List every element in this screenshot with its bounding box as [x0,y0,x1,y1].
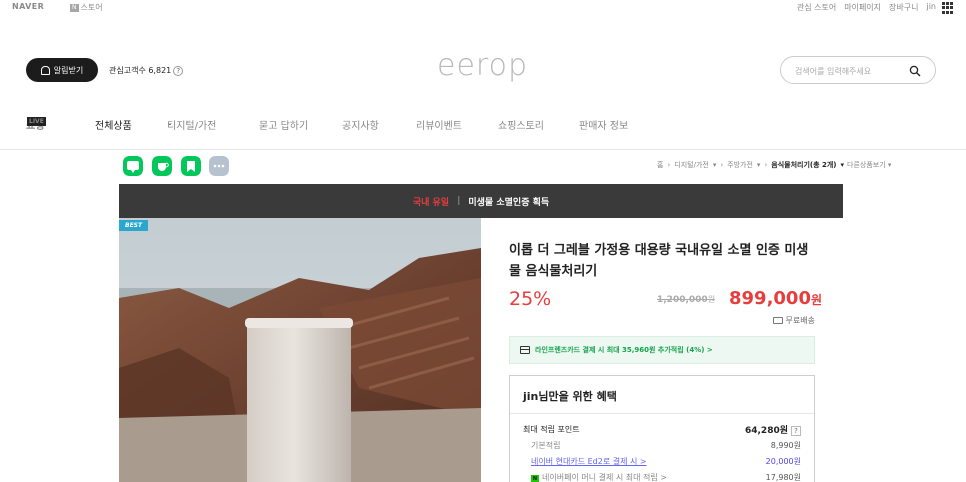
bookmark-share-icon[interactable] [181,156,201,176]
breadcrumb-home[interactable]: 홈 [657,160,663,170]
blog-share-icon[interactable] [123,156,143,176]
search-input[interactable]: 검색어를 입력해주세요 [795,66,871,77]
caret-down-icon[interactable]: ▾ [757,161,761,169]
top-utility-bar: NAVER N 스토어 관심 스토어 마이페이지 장바구니 jin [0,0,966,16]
benefit-row-label: 최대 적립 포인트 [523,425,580,434]
promo-banner: 국내 유일 | 미생물 소멸인증 획득 [119,184,843,218]
bell-plus-icon [40,65,50,75]
nav-qna[interactable]: 묻고 답하기 [259,117,308,132]
benefit-card-link[interactable]: 네이버 현대카드 Ed2로 결제 시 > [523,456,647,467]
truck-icon [772,317,783,324]
original-price-value: 1,200,000 [657,295,708,305]
sale-price-value: 899,000 [729,288,811,309]
other-products-label: 다른상품보기 [847,161,886,169]
benefit-row-max: 최대 적립 포인트 64,280원? [523,423,801,436]
npay-icon: N [531,475,539,482]
shipping-info: 무료배송 [772,315,815,326]
nav-seller-info[interactable]: 판매자 정보 [579,117,628,132]
benefit-row-value: 17,980원 [765,473,801,482]
live-badge: LIVE [27,117,46,126]
breadcrumb-current[interactable]: 음식물처리기(총 2개) [771,160,836,170]
nav-notice[interactable]: 공지사항 [342,117,379,132]
search-icon[interactable] [909,65,921,77]
nstore-badge: N [70,4,79,12]
alarm-label: 알림받기 [53,65,84,75]
banner-separator: | [457,196,461,206]
benefit-box: jin님만을 위한 혜택 최대 적립 포인트 64,280원? 기본적립 8,9… [509,375,815,482]
more-share-icon[interactable] [209,156,229,176]
cafe-share-icon[interactable] [152,156,172,176]
top-links: 관심 스토어 마이페이지 장바구니 jin [797,2,936,13]
search-box[interactable]: 검색어를 입력해주세요 [780,56,936,84]
nav-shopping-story[interactable]: 쇼핑스토리 [498,117,544,132]
main-nav: 쇼핑 LIVE 전체상품 디지털/가전 ⌄ 묻고 답하기 공지사항 리뷰이벤트 쇼… [0,117,966,132]
benefit-divider [510,413,814,414]
product-photo [119,218,481,482]
caret-down-icon[interactable]: ▾ [840,161,844,169]
chevron-right-icon: › [667,161,671,169]
breadcrumb-kitchen[interactable]: 주방가전 [727,160,753,170]
banner-red-text: 국내 유일 [412,197,450,208]
original-price: 1,200,000원 [657,294,715,305]
link-cart[interactable]: 장바구니 [889,2,918,13]
interest-label: 관심고객수 6,821 [109,66,172,75]
naver-logo[interactable]: NAVER [12,2,44,11]
other-products-link[interactable]: 다른상품보기 ▾ [847,160,891,170]
benefit-row-value: 20,000원 [765,457,801,466]
caret-down-icon: ▾ [887,161,892,169]
benefit-row-value: 8,990원 [770,441,801,450]
card-promo-link[interactable]: 라인프렌즈카드 결제 시 최대 35,960원 추가적립 (4%) > [509,336,815,364]
nav-all-products[interactable]: 전체상품 [95,117,132,132]
benefit-row-card: 네이버 현대카드 Ed2로 결제 시 > 20,000원 [523,456,801,467]
link-mypage[interactable]: 마이페이지 [844,2,881,13]
alarm-button[interactable]: 알림받기 [26,58,98,82]
sale-price: 899,000원 [729,288,822,309]
nstore-label: 스토어 [80,3,103,12]
interest-count: 관심고객수 6,821? [109,65,184,76]
naver-store-logo[interactable]: N 스토어 [70,2,103,13]
credit-card-icon [520,346,530,354]
breadcrumb: 홈 › 디지털/가전 ▾ › 주방가전 ▾ › 음식물처리기(총 2개) ▾ [657,160,844,170]
product-image[interactable]: BEST [119,218,481,482]
benefit-row-npay: N 네이버페이 머니 결제 시 최대 적립 > 17,980원 [523,472,801,482]
original-price-unit: 원 [707,295,716,304]
discount-rate: 25% [509,288,552,310]
header-divider [0,149,966,150]
breadcrumb-digital[interactable]: 디지털/가전 [674,160,709,170]
benefit-row-label: 기본적립 [531,441,561,450]
benefit-row-basic: 기본적립 8,990원 [523,440,801,451]
sale-price-unit: 원 [810,293,823,307]
help-icon[interactable]: ? [791,426,801,436]
nav-digital[interactable]: 디지털/가전 ⌄ [167,117,216,132]
banner-white-text: 미생물 소멸인증 획득 [468,197,550,208]
benefit-row-label: 네이버페이 머니 결제 시 최대 적립 > [542,473,667,482]
link-interest-store[interactable]: 관심 스토어 [797,2,836,13]
card-promo-text: 라인프렌즈카드 결제 시 최대 35,960원 추가적립 (4%) > [535,346,713,354]
benefit-row-value: 64,280원 [744,426,788,436]
benefit-npay-link[interactable]: N 네이버페이 머니 결제 시 최대 적립 > [523,472,667,482]
help-icon[interactable]: ? [173,66,184,76]
chevron-right-icon: › [764,161,768,169]
shipping-label: 무료배송 [785,316,815,325]
chevron-right-icon: › [720,161,724,169]
apps-grid-icon[interactable] [942,2,954,14]
caret-down-icon[interactable]: ▾ [713,161,717,169]
product-info: 이롭 더 그레블 가정용 대용량 국내유일 소멸 인증 미생물 음식물처리기 2… [481,218,843,482]
product-title: 이롭 더 그레블 가정용 대용량 국내유일 소멸 인증 미생물 음식물처리기 [509,243,809,279]
nav-review-event[interactable]: 리뷰이벤트 [416,117,462,132]
nav-digital-label: 디지털/가전 [167,121,217,132]
user-menu[interactable]: jin [926,2,936,13]
benefit-title: jin님만을 위한 혜택 [523,390,617,403]
store-logo[interactable]: eerop [437,48,528,83]
best-badge: BEST [119,220,149,231]
